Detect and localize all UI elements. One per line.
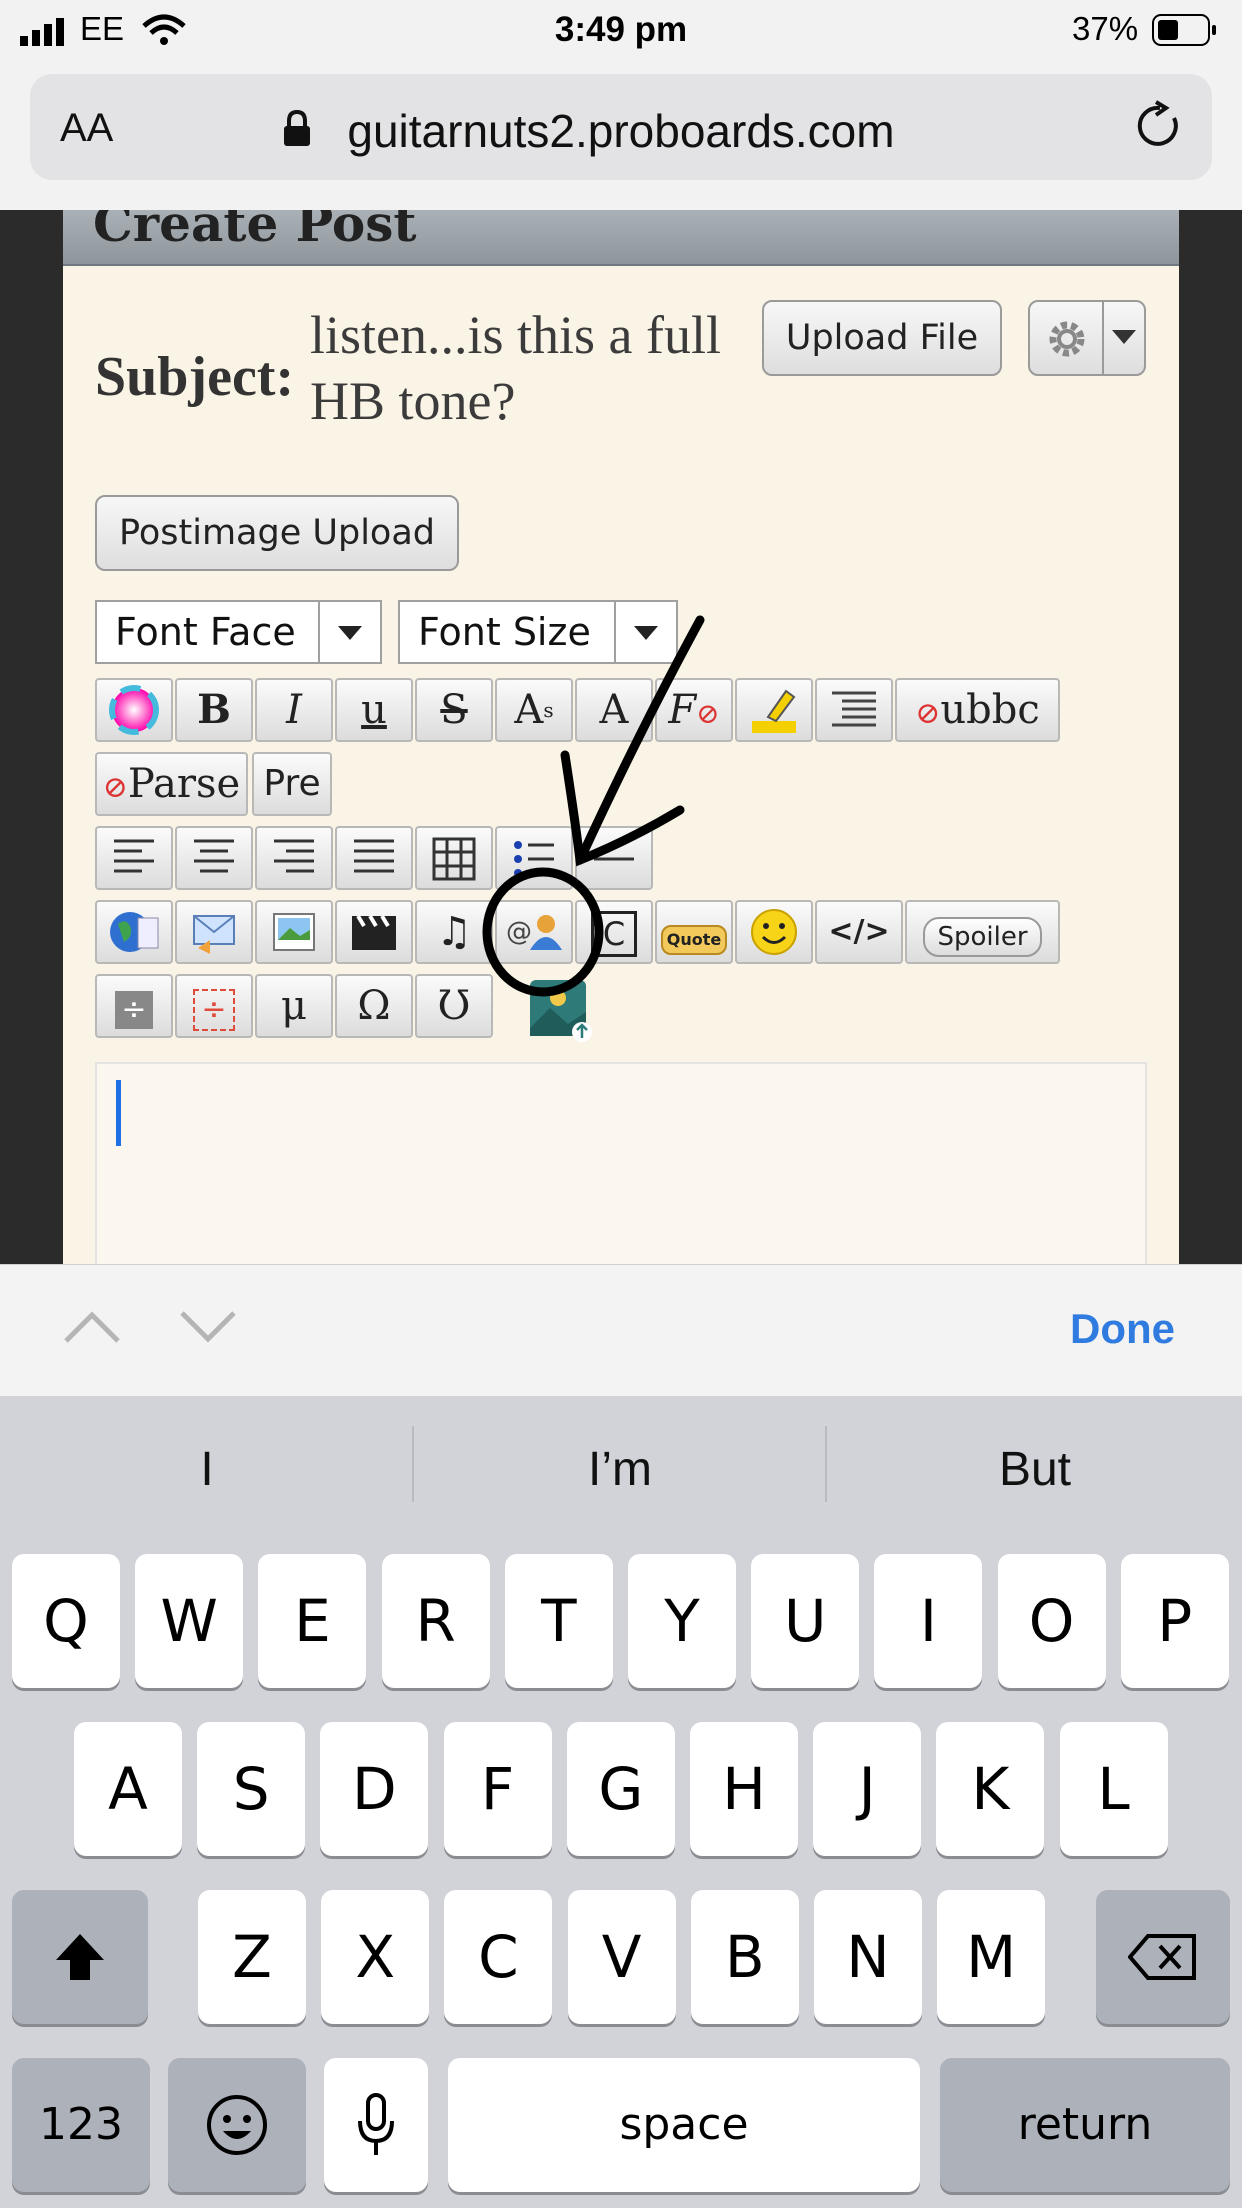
browser-toolbar: AA guitarnuts2.proboards.com [0, 62, 1242, 211]
key-c[interactable]: C [444, 1890, 553, 2024]
suggestion-2[interactable]: I’m [430, 1442, 810, 1497]
key-z[interactable]: Z [198, 1890, 306, 2024]
suggestion-1[interactable]: I [17, 1442, 397, 1497]
keyboard: I I’m But 123 space return QWERTYUIOPASD… [0, 1396, 1242, 2208]
reload-icon[interactable] [1134, 100, 1186, 152]
backspace-key[interactable] [1096, 1890, 1230, 2024]
key-h[interactable]: H [690, 1722, 798, 1856]
key-k[interactable]: K [936, 1722, 1045, 1856]
address-bar[interactable]: AA guitarnuts2.proboards.com [30, 74, 1212, 180]
key-y[interactable]: Y [628, 1554, 736, 1688]
key-g[interactable]: G [566, 1722, 675, 1856]
key-d[interactable]: D [320, 1722, 429, 1856]
shift-icon [56, 1934, 104, 1980]
suggestion-divider [825, 1426, 827, 1502]
battery-icon [1152, 14, 1216, 46]
done-button[interactable]: Done [1070, 1305, 1175, 1353]
dictation-key[interactable] [324, 2058, 428, 2192]
key-m[interactable]: M [937, 1890, 1046, 2024]
key-w[interactable]: W [135, 1554, 244, 1688]
annotation-overlay [482, 615, 705, 997]
key-t[interactable]: T [504, 1554, 613, 1688]
keyboard-accessory-bar: Done [0, 1264, 1242, 1397]
key-u[interactable]: U [751, 1554, 860, 1688]
chevron-down-icon[interactable] [178, 1307, 238, 1347]
return-key[interactable]: return [940, 2058, 1230, 2192]
key-a[interactable]: A [74, 1722, 182, 1856]
numbers-key[interactable]: 123 [12, 2058, 150, 2192]
key-n[interactable]: N [814, 1890, 922, 2024]
suggestion-3[interactable]: But [845, 1442, 1225, 1497]
backspace-icon [1127, 1934, 1196, 1980]
key-l[interactable]: L [1059, 1722, 1168, 1856]
space-key[interactable]: space [448, 2058, 920, 2192]
emoji-key[interactable] [168, 2058, 306, 2192]
web-page: Create Post Subject: listen...is this a … [0, 210, 1242, 1264]
key-j[interactable]: J [813, 1722, 922, 1856]
emoji-icon [207, 2095, 267, 2155]
key-o[interactable]: O [997, 1554, 1106, 1688]
key-b[interactable]: B [690, 1890, 799, 2024]
shift-key[interactable] [12, 1890, 148, 2024]
status-bar: EE 3:49 pm 37% [0, 0, 1242, 62]
microphone-icon [358, 2093, 394, 2155]
key-r[interactable]: R [381, 1554, 490, 1688]
suggestion-divider [412, 1426, 414, 1502]
battery-percent: 37% [1072, 10, 1139, 47]
key-v[interactable]: V [567, 1890, 676, 2024]
key-s[interactable]: S [197, 1722, 306, 1856]
chevron-up-icon[interactable] [62, 1307, 122, 1347]
key-i[interactable]: I [874, 1554, 983, 1688]
key-x[interactable]: X [321, 1890, 430, 2024]
clock: 3:49 pm [554, 10, 688, 49]
key-e[interactable]: E [258, 1554, 367, 1688]
key-p[interactable]: P [1120, 1554, 1229, 1688]
url-text: guitarnuts2.proboards.com [347, 105, 895, 157]
key-q[interactable]: Q [12, 1554, 120, 1688]
key-f[interactable]: F [443, 1722, 552, 1856]
